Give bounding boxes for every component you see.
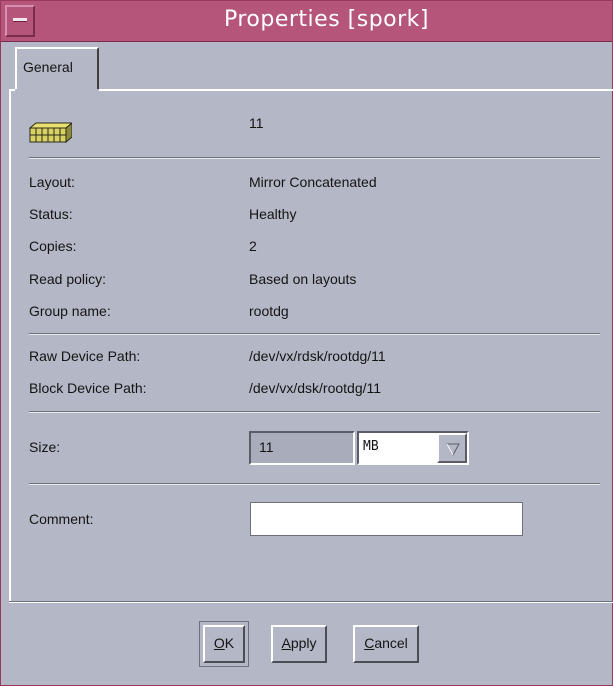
ok-label: K bbox=[224, 635, 235, 651]
properties-dialog: Properties [spork] General 11 Layout: Mi… bbox=[0, 0, 613, 686]
content-border bbox=[9, 89, 11, 601]
title-bar[interactable]: Properties [spork] bbox=[1, 1, 612, 42]
block-device-path-label: Block Device Path: bbox=[29, 380, 147, 396]
comment-label: Comment: bbox=[29, 511, 94, 527]
group-name-label: Group name: bbox=[29, 303, 111, 319]
tab-general[interactable]: General bbox=[15, 47, 99, 89]
size-label: Size: bbox=[29, 439, 61, 455]
cancel-label: ancel bbox=[374, 635, 408, 651]
separator bbox=[29, 333, 600, 335]
dropdown-arrow-button[interactable] bbox=[437, 433, 467, 463]
cancel-button[interactable]: Cancel bbox=[353, 625, 419, 663]
apply-mnemonic: A bbox=[281, 635, 291, 651]
button-bar-separator bbox=[9, 601, 613, 603]
copies-value: 2 bbox=[249, 238, 257, 254]
separator bbox=[29, 411, 600, 413]
copies-label: Copies: bbox=[29, 238, 77, 254]
size-unit-value: MB bbox=[363, 439, 379, 454]
comment-input[interactable] bbox=[250, 502, 523, 536]
status-label: Status: bbox=[29, 206, 73, 222]
apply-label: pply bbox=[290, 635, 317, 651]
window-menu-icon bbox=[13, 18, 27, 22]
read-policy-label: Read policy: bbox=[29, 271, 107, 287]
window-title: Properties [spork] bbox=[223, 7, 429, 32]
tab-divider bbox=[99, 89, 613, 91]
ok-mnemonic: O bbox=[213, 635, 225, 651]
raw-device-path-value: /dev/vx/rdsk/rootdg/11 bbox=[249, 348, 386, 364]
layout-value: Mirror Concatenated bbox=[249, 174, 377, 190]
layout-label: Layout: bbox=[29, 174, 75, 190]
volume-name: 11 bbox=[249, 115, 264, 131]
cancel-mnemonic: C bbox=[364, 635, 375, 651]
separator bbox=[29, 157, 600, 159]
window-menu-button[interactable] bbox=[5, 5, 35, 37]
triangle-down-icon bbox=[446, 443, 460, 457]
tab-strip: General bbox=[9, 43, 613, 89]
volume-icon bbox=[28, 120, 74, 147]
tab-general-label: General bbox=[23, 59, 73, 75]
separator bbox=[29, 483, 600, 485]
ok-button[interactable]: OK bbox=[199, 621, 249, 667]
read-policy-value: Based on layouts bbox=[249, 271, 357, 287]
status-value: Healthy bbox=[249, 206, 297, 222]
size-input[interactable]: 11 bbox=[249, 431, 355, 465]
raw-device-path-label: Raw Device Path: bbox=[29, 348, 141, 364]
apply-button[interactable]: Apply bbox=[271, 625, 327, 663]
block-device-path-value: /dev/vx/dsk/rootdg/11 bbox=[249, 380, 382, 396]
group-name-value: rootdg bbox=[249, 303, 289, 319]
size-value: 11 bbox=[259, 439, 274, 455]
size-unit-select[interactable]: MB bbox=[357, 431, 469, 465]
